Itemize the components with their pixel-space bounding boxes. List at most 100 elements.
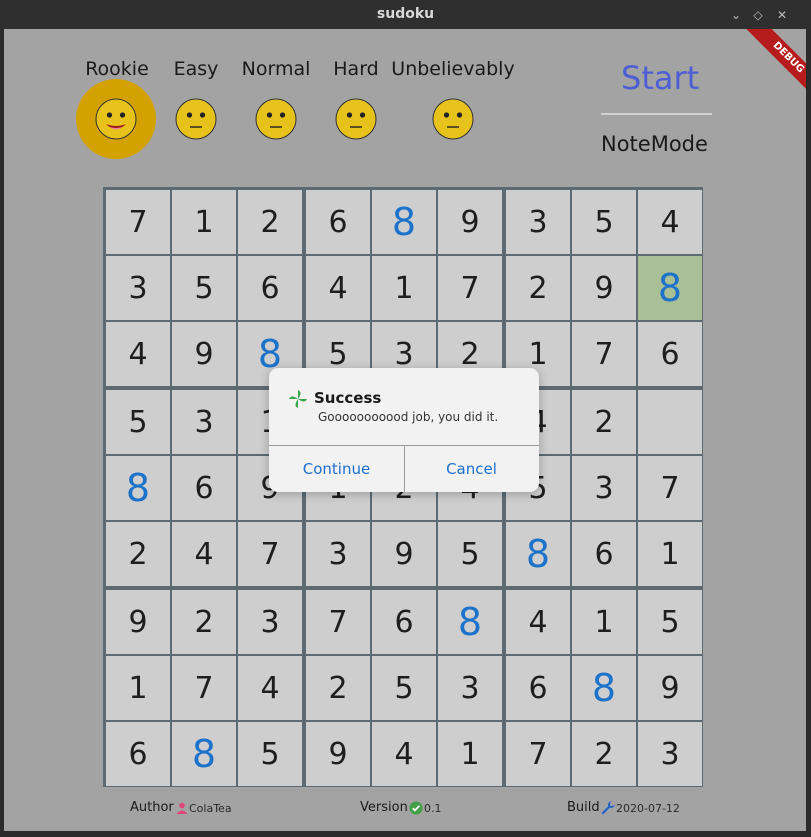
board-cell[interactable]: 5: [172, 256, 236, 320]
board-cell[interactable]: 2: [506, 256, 570, 320]
board-cell[interactable]: 3: [172, 390, 236, 454]
board-cell[interactable]: 6: [306, 190, 370, 254]
board-cell[interactable]: 3: [572, 456, 636, 520]
close-button[interactable]: ✕: [773, 6, 791, 24]
level-button-hard[interactable]: [316, 79, 396, 159]
level-label-unbelievably[interactable]: Unbelievably: [391, 58, 514, 80]
board-cell[interactable]: 9: [306, 722, 370, 786]
debug-label: DEBUG: [746, 29, 806, 100]
board-cell[interactable]: 3: [506, 190, 570, 254]
board-cell[interactable]: 1: [638, 522, 702, 586]
level-button-rookie[interactable]: [76, 79, 156, 159]
board-cell[interactable]: 5: [238, 722, 302, 786]
level-label-normal[interactable]: Normal: [242, 58, 311, 80]
success-dialog: Success Gooooooooood job, you did it. Co…: [269, 368, 539, 492]
board-cell[interactable]: 7: [438, 256, 502, 320]
board-cell[interactable]: 6: [106, 722, 170, 786]
board-cell[interactable]: 2: [572, 722, 636, 786]
version-label: Version: [360, 800, 408, 815]
board-cell[interactable]: 4: [106, 322, 170, 386]
board-cell[interactable]: 6: [238, 256, 302, 320]
board-cell[interactable]: 6: [372, 590, 436, 654]
board-cell[interactable]: 3: [238, 590, 302, 654]
board-cell[interactable]: 7: [306, 590, 370, 654]
board-cell[interactable]: 5: [372, 656, 436, 720]
level-label-hard[interactable]: Hard: [333, 58, 378, 80]
pinwheel-icon: [289, 390, 307, 408]
board-cell[interactable]: 3: [638, 722, 702, 786]
board-cell[interactable]: 8: [438, 590, 502, 654]
neutral-face-icon: [432, 98, 474, 140]
person-icon: [176, 802, 188, 814]
board-cell[interactable]: 5: [106, 390, 170, 454]
board-cell[interactable]: 6: [572, 522, 636, 586]
cancel-button[interactable]: Cancel: [404, 446, 539, 492]
board-cell[interactable]: 1: [572, 590, 636, 654]
wrench-icon: [601, 801, 615, 815]
start-button[interactable]: Start: [621, 59, 699, 97]
divider: [601, 113, 712, 115]
verified-icon: [409, 801, 423, 815]
board-cell[interactable]: 4: [372, 722, 436, 786]
board-cell[interactable]: 7: [238, 522, 302, 586]
board-cell[interactable]: 7: [106, 190, 170, 254]
board-cell[interactable]: 7: [172, 656, 236, 720]
build-label: Build: [567, 800, 600, 815]
debug-banner: DEBUG: [724, 29, 806, 111]
level-button-unbelievably[interactable]: [413, 79, 493, 159]
level-label-easy[interactable]: Easy: [174, 58, 219, 80]
notemode-button[interactable]: NoteMode: [601, 132, 708, 156]
board-cell[interactable]: 9: [638, 656, 702, 720]
board-cell[interactable]: 1: [372, 256, 436, 320]
board-cell[interactable]: 8: [506, 522, 570, 586]
board-cell[interactable]: 9: [438, 190, 502, 254]
board-cell[interactable]: 7: [572, 322, 636, 386]
board-cell[interactable]: 9: [106, 590, 170, 654]
board-cell[interactable]: 1: [172, 190, 236, 254]
board-cell[interactable]: 8: [638, 256, 702, 320]
board-cell[interactable]: 6: [506, 656, 570, 720]
neutral-face-icon: [255, 98, 297, 140]
minimize-button[interactable]: ⌄: [727, 6, 745, 24]
author-value: ColaTea: [189, 802, 232, 815]
level-label-rookie[interactable]: Rookie: [85, 58, 149, 80]
level-button-easy[interactable]: [156, 79, 236, 159]
author-label: Author: [130, 800, 174, 815]
board-cell[interactable]: 3: [306, 522, 370, 586]
board-cell[interactable]: 2: [306, 656, 370, 720]
board-cell[interactable]: 2: [238, 190, 302, 254]
board-cell[interactable]: 4: [506, 590, 570, 654]
board-cell[interactable]: 3: [106, 256, 170, 320]
board-cell[interactable]: 2: [172, 590, 236, 654]
board-cell[interactable]: 2: [572, 390, 636, 454]
board-cell[interactable]: [638, 390, 702, 454]
board-cell[interactable]: 6: [172, 456, 236, 520]
board-cell[interactable]: 4: [238, 656, 302, 720]
version-value: 0.1: [424, 802, 442, 815]
board-cell[interactable]: 9: [372, 522, 436, 586]
level-button-normal[interactable]: [236, 79, 316, 159]
board-cell[interactable]: 7: [506, 722, 570, 786]
board-cell[interactable]: 7: [638, 456, 702, 520]
board-cell[interactable]: 4: [306, 256, 370, 320]
board-cell[interactable]: 4: [172, 522, 236, 586]
board-cell[interactable]: 1: [106, 656, 170, 720]
continue-button[interactable]: Continue: [269, 446, 404, 492]
board-cell[interactable]: 8: [572, 656, 636, 720]
board-cell[interactable]: 5: [638, 590, 702, 654]
board-cell[interactable]: 8: [372, 190, 436, 254]
board-cell[interactable]: 9: [172, 322, 236, 386]
board-cell[interactable]: 2: [106, 522, 170, 586]
board-cell[interactable]: 9: [572, 256, 636, 320]
board-cell[interactable]: 5: [438, 522, 502, 586]
board-cell[interactable]: 8: [172, 722, 236, 786]
board-cell[interactable]: 3: [438, 656, 502, 720]
restore-button[interactable]: ◇: [749, 6, 767, 24]
board-cell[interactable]: 8: [106, 456, 170, 520]
board-cell[interactable]: 1: [438, 722, 502, 786]
grinning-face-icon: [95, 98, 137, 140]
board-cell[interactable]: 4: [638, 190, 702, 254]
window-title: sudoku: [376, 6, 435, 22]
board-cell[interactable]: 5: [572, 190, 636, 254]
board-cell[interactable]: 6: [638, 322, 702, 386]
